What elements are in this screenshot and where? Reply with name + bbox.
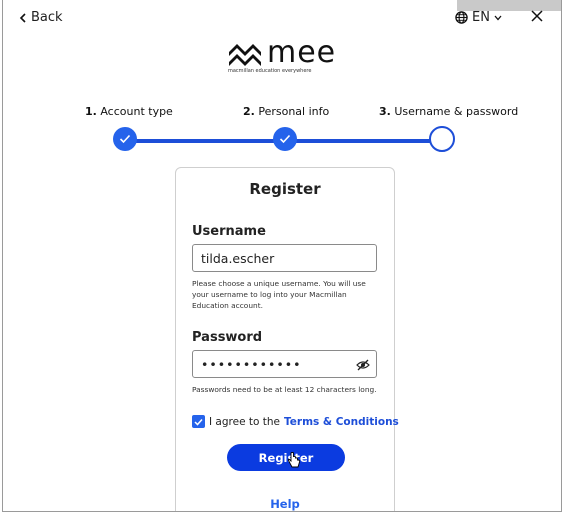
mee-logo-mark [229,44,261,66]
back-label: Back [31,10,63,25]
check-icon [119,134,131,144]
password-hint: Passwords need to be at least 12 charact… [192,385,377,394]
register-button[interactable]: Register [227,444,345,471]
terms-prefix: I agree to the [209,415,280,428]
step-2-label: 2. Personal info [243,105,330,118]
language-label: EN [472,10,490,25]
step-1-complete-marker [113,127,137,151]
chevron-down-icon [494,15,502,20]
mee-logo: mee macmillan education everywhere [227,35,347,76]
app-window: Back EN mee macmillan education everywhe… [2,0,562,512]
register-title: Register [249,180,321,198]
step-2-complete-marker [273,127,297,151]
register-card: Register Username Please choose a unique… [175,167,399,511]
globe-icon [455,11,468,24]
back-button[interactable]: Back [19,10,63,25]
username-hint: Please choose a unique username. You wil… [192,279,366,310]
hand-pointer-icon [287,451,301,474]
step-1-label: 1. Account type [85,105,173,118]
mee-wordmark: mee [267,35,337,70]
help-link[interactable]: Help [176,497,394,511]
language-selector[interactable]: EN [455,10,502,25]
top-bar: Back EN [3,8,561,30]
check-icon [194,418,203,426]
toggle-password-visibility[interactable] [356,356,370,375]
step-3-current-marker [429,126,455,152]
terms-link[interactable]: Terms & Conditions [284,416,399,428]
mee-tagline: macmillan education everywhere [228,68,312,74]
username-label: Username [192,224,266,239]
terms-agreement: I agree to the Terms & Conditions [192,415,399,428]
chevron-left-icon [19,12,26,23]
close-button[interactable] [529,8,545,28]
terms-checkbox[interactable] [192,415,205,428]
eye-slash-icon [356,359,370,371]
check-icon [279,134,291,144]
close-icon [531,10,543,22]
password-input[interactable] [192,350,377,378]
password-label: Password [192,330,263,345]
step-3-label: 3. Username & password [379,105,519,118]
username-input[interactable] [192,244,377,272]
